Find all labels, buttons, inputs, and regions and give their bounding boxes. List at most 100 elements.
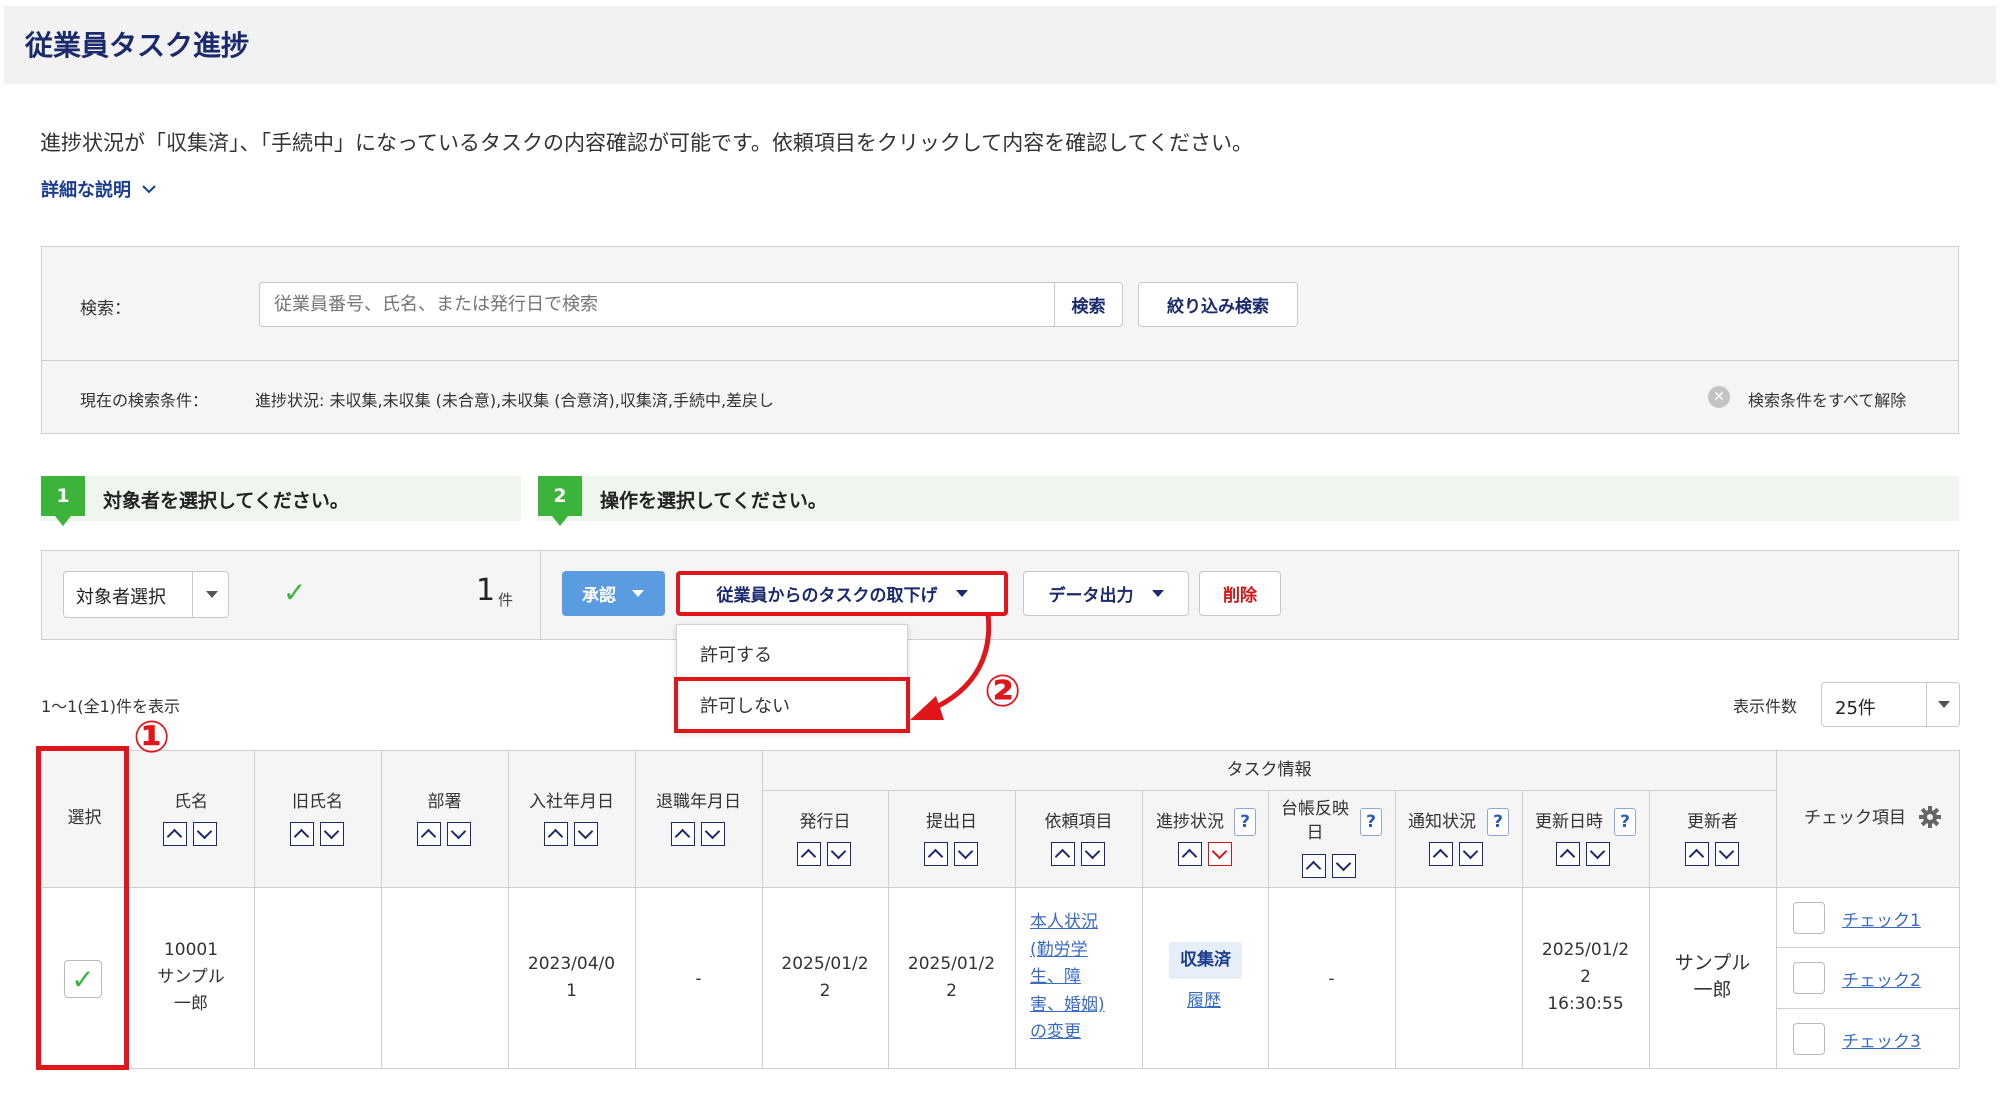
check-row-divider-1: [1776, 947, 1959, 948]
selected-count: 1: [476, 573, 496, 608]
step-1-bar: 1 対象者を選択してください。: [41, 476, 521, 526]
step-1-text: 対象者を選択してください。: [103, 490, 349, 512]
check-item-link-2[interactable]: チェック2: [1842, 966, 1921, 991]
sort-notify: [1429, 842, 1483, 866]
cell-issue-line2: 2: [819, 981, 831, 1001]
target-select-label: 対象者選択: [76, 587, 166, 608]
clear-conditions-link[interactable]: 検索条件をすべて解除: [1748, 387, 1906, 411]
target-select-separator: [192, 572, 193, 617]
sort-asc-icon[interactable]: [544, 822, 568, 846]
col-line: [1959, 750, 1960, 1068]
history-link[interactable]: 履歴: [1187, 988, 1221, 1016]
help-icon[interactable]: ?: [1360, 808, 1382, 836]
col-line: [1268, 790, 1269, 1068]
clear-icon[interactable]: ✕: [1708, 386, 1730, 408]
request-item-link-line5[interactable]: の変更: [1030, 1019, 1081, 1047]
step-1-number: 1: [41, 476, 85, 526]
sort-progress: [1178, 842, 1232, 866]
sort-desc-icon[interactable]: [447, 822, 471, 846]
gear-icon[interactable]: [1918, 805, 1942, 829]
col-line: [1395, 790, 1396, 1068]
detail-link-label[interactable]: 詳細な説明: [41, 176, 131, 202]
sort-desc-icon[interactable]: [1586, 842, 1610, 866]
conditions-value: 進捗状況: 未収集,未収集 (未合意),未収集 (合意済),収集済,手続中,差戻…: [255, 391, 775, 410]
sort-asc-icon[interactable]: [797, 842, 821, 866]
check-item-link-3[interactable]: チェック3: [1842, 1027, 1921, 1052]
step-2-number: 2: [538, 476, 582, 526]
sort-join-date: [544, 822, 598, 846]
sort-asc-icon[interactable]: [1302, 854, 1326, 878]
sort-asc-icon[interactable]: [924, 842, 948, 866]
sort-asc-icon[interactable]: [1429, 842, 1453, 866]
sort-asc-icon[interactable]: [1051, 842, 1075, 866]
sort-desc-icon[interactable]: [1208, 842, 1232, 866]
per-page-select[interactable]: 25件: [1821, 682, 1960, 727]
request-item-link-line1[interactable]: 本人状況: [1030, 909, 1098, 937]
check-item-checkbox[interactable]: [1793, 1023, 1825, 1055]
dropdown-item-deny[interactable]: 許可しない: [700, 692, 790, 718]
sort-asc-icon[interactable]: [1556, 842, 1580, 866]
sort-desc-icon[interactable]: [827, 842, 851, 866]
header-check-items: チェック項目: [1804, 808, 1906, 828]
cell-join-line2: 1: [566, 981, 577, 1001]
per-page-value: 25件: [1835, 698, 1876, 719]
export-button[interactable]: データ出力: [1023, 571, 1189, 616]
cell-updated-line1: 2025/01/2: [1541, 940, 1630, 960]
sort-asc-icon[interactable]: [671, 822, 695, 846]
cell-name-line2: 一郎: [174, 994, 208, 1014]
filter-search-button[interactable]: 絞り込み検索: [1138, 282, 1298, 327]
check-item-checkbox[interactable]: [1793, 902, 1825, 934]
delete-button[interactable]: 削除: [1199, 571, 1281, 616]
cell-ledger: -: [1328, 969, 1335, 989]
search-button[interactable]: 検索: [1054, 282, 1123, 327]
col-line: [1142, 790, 1143, 1068]
sort-desc-icon[interactable]: [701, 822, 725, 846]
sort-asc-icon[interactable]: [290, 822, 314, 846]
sort-desc-icon[interactable]: [1715, 842, 1739, 866]
sort-desc-icon[interactable]: [954, 842, 978, 866]
sort-desc-icon[interactable]: [320, 822, 344, 846]
page-header: [4, 6, 1996, 84]
sort-desc-icon[interactable]: [1332, 854, 1356, 878]
sort-desc-icon[interactable]: [1459, 842, 1483, 866]
cell-name-line1: サンプル: [157, 967, 225, 987]
cell-join-line1: 2023/04/0: [527, 954, 616, 974]
sort-asc-icon[interactable]: [1685, 842, 1709, 866]
sort-name: [163, 822, 217, 846]
check-item-checkbox[interactable]: [1793, 962, 1825, 994]
caret-down-icon: [1151, 590, 1164, 597]
approve-button[interactable]: 承認: [562, 571, 665, 616]
annotation-one: ①: [133, 712, 171, 763]
col-line: [762, 750, 763, 1068]
sort-asc-icon[interactable]: [1178, 842, 1202, 866]
request-item-link-line3[interactable]: 生、障: [1030, 964, 1081, 992]
header-issue-date: 発行日: [799, 812, 851, 832]
help-icon[interactable]: ?: [1487, 808, 1509, 836]
header-old-name: 旧氏名: [292, 792, 343, 812]
sort-desc-icon[interactable]: [1081, 842, 1105, 866]
header-updated-by: 更新者: [1687, 812, 1738, 832]
cell-updated-by-line2: 一郎: [1693, 979, 1732, 1001]
request-item-link-line2[interactable]: (勤労学: [1030, 937, 1088, 965]
search-input[interactable]: [259, 282, 1055, 327]
request-item-link-line4[interactable]: 害、婚姻): [1030, 992, 1105, 1020]
cell-submit-line2: 2: [946, 981, 957, 1001]
header-progress: 進捗状況: [1156, 812, 1224, 832]
approve-label: 承認: [582, 586, 616, 606]
sort-asc-icon[interactable]: [163, 822, 187, 846]
detail-link[interactable]: 詳細な説明: [41, 176, 157, 202]
check-item-link-1[interactable]: チェック1: [1842, 906, 1921, 931]
sort-old-name: [290, 822, 344, 846]
sort-desc-icon[interactable]: [574, 822, 598, 846]
search-divider: [42, 360, 1958, 361]
sort-asc-icon[interactable]: [417, 822, 441, 846]
help-icon[interactable]: ?: [1234, 808, 1256, 836]
header-updated-at: 更新日時: [1535, 812, 1603, 832]
conditions-label: 現在の検索条件：: [80, 391, 209, 410]
target-select-dropdown[interactable]: 対象者選択: [63, 571, 229, 618]
help-icon[interactable]: ?: [1614, 808, 1636, 836]
sort-desc-icon[interactable]: [193, 822, 217, 846]
export-label: データ出力: [1048, 586, 1134, 606]
dropdown-item-allow[interactable]: 許可する: [700, 641, 772, 667]
page-title: 従業員タスク進捗: [25, 29, 250, 62]
